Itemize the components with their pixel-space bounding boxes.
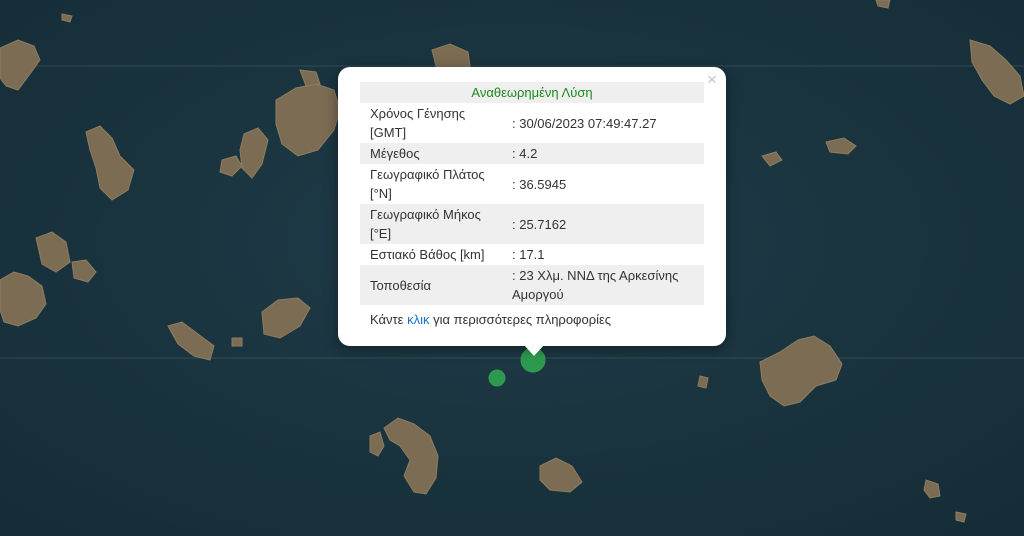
more-prefix: Κάντε (370, 312, 408, 327)
island-tiny-3 (61, 13, 73, 23)
popup-title: Αναθεωρημένη Λύση (360, 82, 704, 103)
table-row: Χρόνος Γένησης [GMT] : 30/06/2023 07:49:… (360, 103, 704, 143)
row-value: : 17.1 (512, 247, 545, 262)
row-label: Χρόνος Γένησης [GMT] (370, 106, 466, 140)
event-info-table: Χρόνος Γένησης [GMT] : 30/06/2023 07:49:… (360, 103, 704, 305)
table-row: Γεωγραφικό Μήκος [°E] : 25.7162 (360, 204, 704, 244)
more-info-link[interactable]: κλικ (407, 312, 429, 327)
event-popup: × Αναθεωρημένη Λύση Χρόνος Γένησης [GMT]… (338, 67, 726, 346)
row-value: : 25.7162 (512, 216, 567, 232)
table-row: Μέγεθος : 4.2 (360, 143, 704, 164)
row-label: Εστιακό Βάθος [km] (370, 247, 485, 262)
popup-tip (524, 345, 544, 356)
table-row: Γεωγραφικό Πλάτος [°N] : 36.5945 (360, 164, 704, 204)
row-value: : 4.2 (512, 146, 538, 161)
row-label: Τοποθεσία (370, 277, 432, 293)
row-value: : 36.5945 (512, 176, 567, 192)
island-tiny-2 (697, 375, 709, 389)
more-suffix: για περισσότερες πληροφορίες (429, 312, 612, 327)
earthquake-marker[interactable] (488, 369, 506, 387)
row-label: Μέγεθος (370, 146, 420, 161)
table-row: Εστιακό Βάθος [km] : 17.1 (360, 244, 704, 265)
row-value: : 30/06/2023 07:49:47.27 (512, 115, 657, 131)
row-value: : 23 Χλμ. ΝΝΔ της Αρκεσίνης Αμοργού (512, 268, 679, 302)
close-icon[interactable]: × (704, 70, 720, 90)
table-row: Τοποθεσία : 23 Χλμ. ΝΝΔ της Αρκεσίνης Αμ… (360, 265, 704, 305)
island-tiny-5 (231, 337, 243, 347)
more-info-text: Κάντε κλικ για περισσότερες πληροφορίες (370, 312, 611, 327)
row-label: Γεωγραφικό Μήκος [°E] (370, 207, 481, 241)
row-label: Γεωγραφικό Πλάτος [°N] (370, 167, 485, 201)
island-tiny-6 (955, 511, 967, 523)
